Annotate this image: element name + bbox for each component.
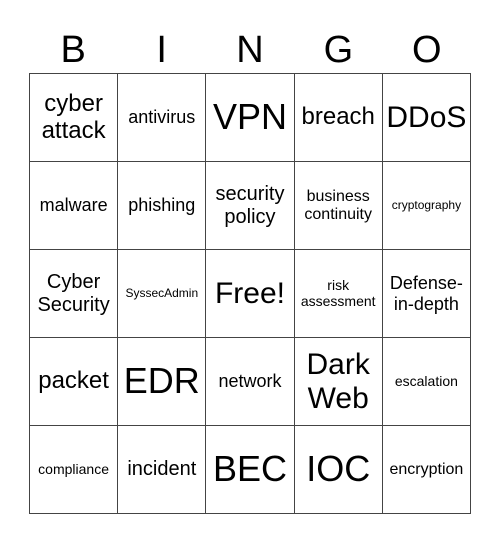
bingo-grid: cyber attack antivirus VPN breach DDoS m… bbox=[29, 73, 471, 514]
header-letter-o: O bbox=[412, 29, 442, 71]
bingo-cell[interactable]: malware bbox=[30, 162, 119, 250]
bingo-cell[interactable]: Defense-in-depth bbox=[382, 250, 471, 338]
bingo-cell[interactable]: VPN bbox=[206, 74, 295, 162]
bingo-header: B I N G O bbox=[29, 28, 471, 72]
bingo-cell[interactable]: cryptography bbox=[382, 162, 471, 250]
bingo-cell[interactable]: incident bbox=[118, 426, 207, 514]
bingo-cell[interactable]: breach bbox=[294, 74, 383, 162]
bingo-cell[interactable]: antivirus bbox=[118, 74, 207, 162]
bingo-cell[interactable]: Dark Web bbox=[294, 338, 383, 426]
bingo-cell[interactable]: DDoS bbox=[382, 74, 471, 162]
header-letter-b: B bbox=[60, 29, 86, 71]
bingo-cell[interactable]: BEC bbox=[206, 426, 295, 514]
bingo-cell[interactable]: risk assessment bbox=[294, 250, 383, 338]
bingo-cell[interactable]: Cyber Security bbox=[30, 250, 119, 338]
header-letter-n: N bbox=[236, 29, 264, 71]
bingo-cell[interactable]: phishing bbox=[118, 162, 207, 250]
bingo-cell[interactable]: EDR bbox=[118, 338, 207, 426]
header-letter-i: I bbox=[156, 29, 167, 71]
bingo-cell[interactable]: IOC bbox=[294, 426, 383, 514]
bingo-cell[interactable]: encryption bbox=[382, 426, 471, 514]
bingo-cell[interactable]: business continuity bbox=[294, 162, 383, 250]
bingo-cell[interactable]: security policy bbox=[206, 162, 295, 250]
free-space-cell[interactable]: Free! bbox=[206, 250, 295, 338]
bingo-cell[interactable]: SyssecAdmin bbox=[118, 250, 207, 338]
bingo-cell[interactable]: packet bbox=[30, 338, 119, 426]
bingo-cell[interactable]: escalation bbox=[382, 338, 471, 426]
header-letter-g: G bbox=[323, 29, 354, 71]
bingo-cell[interactable]: network bbox=[206, 338, 295, 426]
bingo-cell[interactable]: compliance bbox=[30, 426, 119, 514]
bingo-cell[interactable]: cyber attack bbox=[30, 74, 119, 162]
